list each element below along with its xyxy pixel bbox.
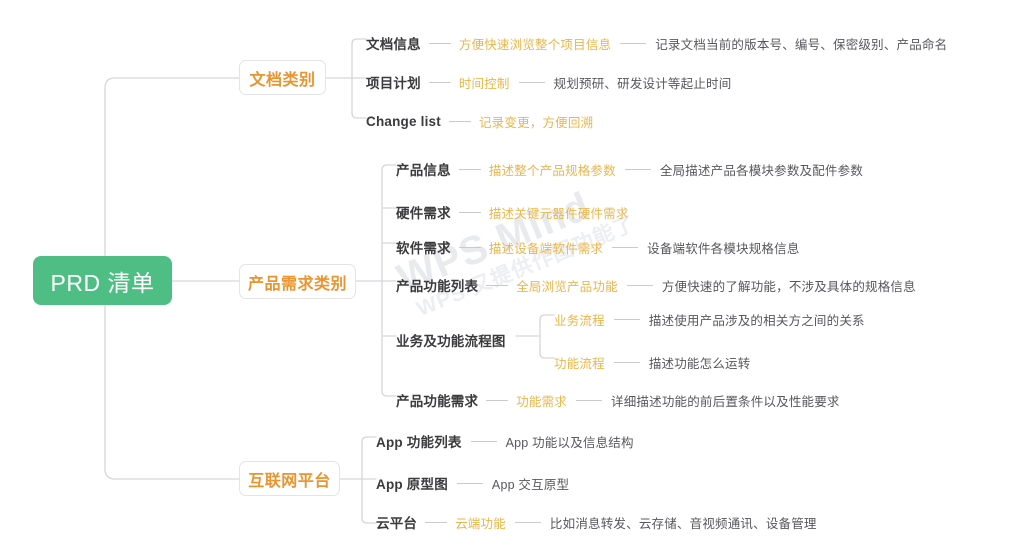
watermark-line-2: WPS 又提供作图功能了 — [413, 212, 639, 321]
mindmap-row[interactable]: 项目计划 时间控制 规划预研、研发设计等起止时间 — [366, 73, 731, 91]
level2-label: 云平台 — [376, 516, 418, 531]
connector-dash — [428, 81, 451, 83]
level2-label: App 功能列表 — [376, 435, 462, 450]
level4-label: 规划预研、研发设计等起止时间 — [553, 76, 732, 91]
mindmap-row[interactable]: 产品功能需求 功能需求 详细描述功能的前后置条件以及性能要求 — [396, 391, 840, 409]
connector-dash — [425, 521, 448, 523]
level2-label: 文档信息 — [366, 37, 421, 52]
mindmap-row[interactable]: 产品信息 描述整个产品规格参数 全局描述产品各模块参数及配件参数 — [396, 160, 863, 178]
level4-label: 方便快速的了解功能，不涉及具体的规格信息 — [661, 279, 916, 294]
level3-label: 描述设备端软件需求 — [488, 241, 604, 256]
mindmap-row[interactable]: Change list 记录变更，方便回溯 — [366, 112, 593, 130]
mindmap-row[interactable]: 功能流程 描述功能怎么运转 — [554, 353, 750, 371]
level2-label: 硬件需求 — [396, 206, 451, 221]
level3-label: 描述整个产品规格参数 — [488, 163, 616, 178]
mindmap-row[interactable]: 产品功能列表 全局浏览产品功能 方便快速的了解功能，不涉及具体的规格信息 — [396, 276, 916, 294]
level4-label: App 功能以及信息结构 — [505, 435, 634, 450]
connector-dash — [448, 120, 471, 122]
mindmap-row[interactable]: 文档信息 方便快速浏览整个项目信息 记录文档当前的版本号、编号、保密级别、产品命… — [366, 34, 947, 52]
mindmap-row[interactable]: 硬件需求 描述关键元器件硬件需求 — [396, 203, 629, 221]
level3-label: 功能流程 — [554, 356, 605, 371]
mindmap-row[interactable]: 软件需求 描述设备端软件需求 设备端软件各模块规格信息 — [396, 238, 800, 256]
level2-label: 产品功能列表 — [396, 279, 479, 294]
level2-label: Change list — [366, 113, 441, 129]
level3-label: 描述关键元器件硬件需求 — [488, 206, 629, 221]
connector-dash — [613, 361, 640, 363]
level2-label: 业务及功能流程图 — [396, 334, 506, 349]
level3-label: 方便快速浏览整个项目信息 — [458, 37, 612, 52]
connector-dash — [458, 211, 481, 213]
level3-label: 云端功能 — [455, 516, 506, 531]
mindmap-row[interactable]: App 原型图 App 交互原型 — [376, 474, 569, 492]
connector-dash — [626, 284, 653, 286]
level4-label: 设备端软件各模块规格信息 — [647, 241, 800, 256]
connector-dash — [486, 399, 509, 401]
mindmap-row[interactable]: 业务及功能流程图 — [396, 331, 506, 349]
level3-label: 功能需求 — [516, 394, 568, 409]
root-node-label: PRD 清单 — [50, 269, 155, 296]
level3-label: 记录变更，方便回溯 — [478, 115, 594, 130]
category-node-internet[interactable]: 互联网平台 — [239, 461, 340, 496]
level2-label: 项目计划 — [366, 76, 421, 91]
connector-dash — [613, 318, 640, 320]
category-node-product[interactable]: 产品需求类别 — [239, 264, 356, 299]
level2-label: 软件需求 — [396, 241, 451, 256]
connector-dash — [470, 440, 497, 442]
mindmap-row[interactable]: 云平台 云端功能 比如消息转发、云存储、音视频通讯、设备管理 — [376, 513, 817, 531]
level2-label: 产品功能需求 — [396, 394, 479, 409]
level4-label: App 交互原型 — [491, 477, 570, 492]
category-label-doc: 文档类别 — [249, 71, 316, 89]
level3-label: 时间控制 — [458, 76, 510, 91]
level4-label: 记录文档当前的版本号、编号、保密级别、产品命名 — [655, 37, 948, 52]
level4-label: 详细描述功能的前后置条件以及性能要求 — [611, 394, 840, 409]
connector-dash — [456, 482, 483, 484]
connector-dash — [620, 42, 647, 44]
level4-label: 描述功能怎么运转 — [648, 356, 751, 371]
mindmap-row[interactable]: App 功能列表 App 功能以及信息结构 — [376, 432, 634, 450]
root-node[interactable]: PRD 清单 — [33, 256, 172, 305]
mindmap-row[interactable]: 业务流程 描述使用产品涉及的相关方之间的关系 — [554, 310, 865, 328]
level3-label: 全局浏览产品功能 — [516, 279, 618, 294]
category-node-doc[interactable]: 文档类别 — [239, 60, 326, 95]
connector-dash — [514, 521, 541, 523]
connector-dash — [458, 168, 481, 170]
level4-label: 比如消息转发、云存储、音视频通讯、设备管理 — [549, 516, 817, 531]
category-label-product: 产品需求类别 — [247, 275, 347, 293]
category-label-internet: 互联网平台 — [248, 472, 331, 490]
level4-label: 全局描述产品各模块参数及配件参数 — [659, 163, 864, 178]
connector-dash — [486, 284, 509, 286]
connector-dash — [518, 81, 545, 83]
connector-dash — [576, 399, 603, 401]
connector-dash — [612, 246, 639, 248]
connector-dash — [428, 42, 451, 44]
level4-label: 描述使用产品涉及的相关方之间的关系 — [648, 313, 865, 328]
connector-dash — [624, 168, 651, 170]
level2-label: 产品信息 — [396, 163, 451, 178]
level2-label: App 原型图 — [376, 477, 448, 492]
connector-dash — [458, 246, 481, 248]
level3-label: 业务流程 — [554, 313, 605, 328]
mindmap-canvas: WPS Mind WPS 又提供作图功能了 PRD 清单 文档类别 产品需求类别… — [0, 0, 1024, 559]
